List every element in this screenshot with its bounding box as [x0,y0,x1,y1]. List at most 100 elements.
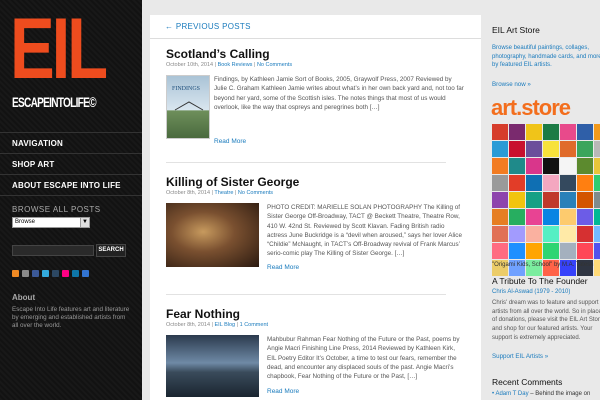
art-grid-tile [594,226,600,242]
art-grid-tile [577,226,593,242]
art-grid-tile [492,209,508,225]
post-meta: October 8th, 2014 | Theatre | No Comment… [166,190,461,196]
art-grid-tile [594,175,600,191]
art-store-logo[interactable]: art.store [491,95,571,121]
browse-select-value: Browse [15,219,36,225]
art-grid-tile [594,260,600,276]
post-thumbnail[interactable] [166,335,259,397]
art-grid-tile [560,124,576,140]
tumblr-icon[interactable] [52,270,59,277]
linkedin-icon[interactable] [72,270,79,277]
browse-now-link[interactable]: Browse now » [492,81,531,88]
art-grid-tile [492,192,508,208]
art-grid-tile [577,175,593,191]
about-text: Escape Into Life features art and litera… [12,306,130,329]
post-item: Killing of Sister George October 8th, 20… [166,175,462,300]
art-grid-tile [492,226,508,242]
art-grid-tile [492,124,508,140]
post-category-link[interactable]: EIL Blog [215,322,236,328]
recent-comment-author[interactable]: Adam T Day [495,391,528,397]
post-comments-link[interactable]: No Comments [257,62,292,68]
art-grid-tile [526,192,542,208]
post-date: October 8th, 2014 | [166,322,215,328]
main-content: ← PREVIOUS POSTS Scotland’s Calling Octo… [150,15,481,400]
art-store-heading: EIL Art Store [492,25,540,35]
recent-comment-item[interactable]: • Adam T Day – Behind the image on [492,391,590,397]
post-thumbnail[interactable]: FINDINGS [166,75,210,139]
art-grid-tile [594,209,600,225]
post-thumbnail[interactable] [166,203,259,267]
art-grid-tile [560,243,576,259]
tribute-subtitle[interactable]: Chris Al-Aswad (1979 - 2010) [492,289,570,295]
post-divider [166,162,446,163]
read-more-link[interactable]: Read More [267,388,299,395]
art-grid-tile [594,192,600,208]
art-grid-tile [543,192,559,208]
twitter-icon[interactable] [42,270,49,277]
facebook-icon[interactable] [32,270,39,277]
art-grid-tile [509,124,525,140]
art-grid-tile [526,209,542,225]
art-grid-tile [594,141,600,157]
site-logo[interactable]: EIL ESCAPEINTOLIFE© [10,6,134,110]
art-grid-tile [594,124,600,140]
art-grid-tile [560,175,576,191]
tribute-heading: A Tribute To The Founder [492,276,588,286]
art-grid-tile [526,226,542,242]
post-meta: October 8th, 2014 | EIL Blog | 1 Comment [166,322,461,328]
art-grid-tile [526,175,542,191]
post-category-link[interactable]: Book Reviews [218,62,253,68]
art-grid-tile [560,192,576,208]
post-excerpt: Mahbubur Rahman Fear Nothing of the Futu… [267,336,460,381]
flickr-icon[interactable] [62,270,69,277]
nav-item-navigation[interactable]: NAVIGATION [0,133,142,154]
art-grid-tile [509,141,525,157]
art-grid-tile [492,141,508,157]
art-grid-tile [577,243,593,259]
post-comments-link[interactable]: 1 Comment [240,322,268,328]
post-title[interactable]: Fear Nothing [166,307,461,321]
email-icon[interactable] [22,270,29,277]
post-comments-link[interactable]: No Comments [238,190,273,196]
art-grid-tile [526,243,542,259]
browse-posts-select[interactable]: Browse ▼ [12,217,90,228]
search-input[interactable] [12,245,94,256]
art-grid-tile [492,243,508,259]
read-more-link[interactable]: Read More [267,264,299,271]
post-date: October 8th, 2014 | [166,190,215,196]
previous-posts-link[interactable]: ← PREVIOUS POSTS [150,15,481,39]
svg-text:FINDINGS: FINDINGS [172,86,200,92]
post-divider [166,294,446,295]
social-icons [12,270,89,277]
logo-wordmark: ESCAPEINTOLIFE© [12,94,97,110]
art-store-grid-image[interactable] [492,124,600,276]
chevron-down-icon: ▼ [80,218,89,227]
support-artists-link[interactable]: Support EIL Artists » [492,353,548,360]
art-grid-tile [509,158,525,174]
book-cover-icon: FINDINGS [172,86,204,111]
post-item: Scotland’s Calling October 10th, 2014 | … [166,47,464,172]
browse-posts-heading: BROWSE ALL POSTS [12,205,101,214]
art-grid-tile [594,243,600,259]
post-title[interactable]: Scotland’s Calling [166,47,461,61]
post-title[interactable]: Killing of Sister George [166,175,461,189]
about-heading: About [12,293,36,302]
nav-item-about[interactable]: ABOUT ESCAPE INTO LIFE [0,175,142,196]
rss-icon[interactable] [12,270,19,277]
recent-comments-heading: Recent Comments [492,377,563,387]
art-grid-tile [526,158,542,174]
read-more-link[interactable]: Read More [214,138,246,145]
art-grid-tile [577,158,593,174]
art-grid-tile [577,209,593,225]
art-grid-tile [509,209,525,225]
search-button[interactable]: SEARCH [96,244,126,257]
delicious-icon[interactable] [82,270,89,277]
post-item: Fear Nothing October 8th, 2014 | EIL Blo… [166,307,461,400]
nav-item-shop-art[interactable]: SHOP ART [0,154,142,175]
post-date: October 10th, 2014 | [166,62,218,68]
art-grid-tile [543,124,559,140]
post-category-link[interactable]: Theatre [214,190,233,196]
art-store-text[interactable]: Browse beautiful paintings, collages, ph… [492,44,600,70]
art-grid-tile [560,158,576,174]
recent-comment-text: – Behind the image on [528,391,591,397]
